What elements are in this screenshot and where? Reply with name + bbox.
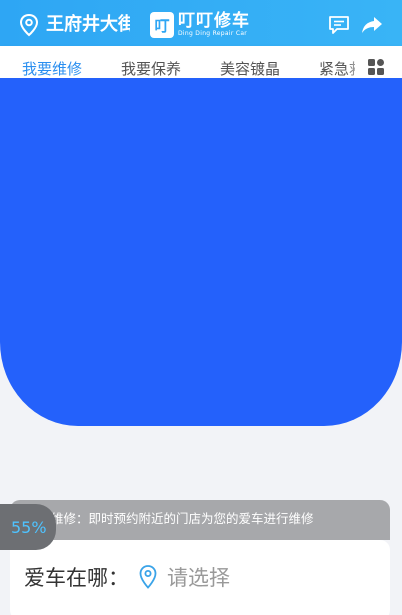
tab-repair[interactable]: 我要维修 — [22, 59, 82, 79]
location-pin-icon — [139, 565, 157, 589]
logo-mark: 叮 — [150, 12, 174, 38]
logo-subtitle: Ding Ding Repair Car — [178, 30, 248, 37]
promo-banner[interactable] — [0, 78, 402, 426]
app-header: 王府井大街 叮 叮叮修车 Ding Ding Repair Car — [0, 0, 402, 50]
logo-title: 叮叮修车 — [178, 11, 250, 31]
location-text: 王府井大街 — [46, 14, 130, 35]
share-icon[interactable] — [361, 15, 383, 35]
message-icon[interactable] — [328, 15, 350, 35]
location-pin-icon — [19, 13, 39, 37]
car-location-select[interactable]: 请选择 — [167, 565, 230, 591]
tab-beauty-coating[interactable]: 美容镀晶 — [220, 59, 280, 79]
location-selector[interactable]: 王府井大街 — [18, 13, 130, 37]
tab-maintenance[interactable]: 我要保养 — [121, 59, 181, 79]
loading-progress-text: 55% — [11, 518, 47, 537]
car-location-label: 爱车在哪： — [24, 566, 129, 590]
grid-menu-icon[interactable] — [367, 58, 385, 76]
notice-text: 我要维修：即时预约附近的门店为您的爱车进行维修 — [26, 511, 314, 526]
app-logo: 叮 叮叮修车 Ding Ding Repair Car — [150, 12, 250, 38]
